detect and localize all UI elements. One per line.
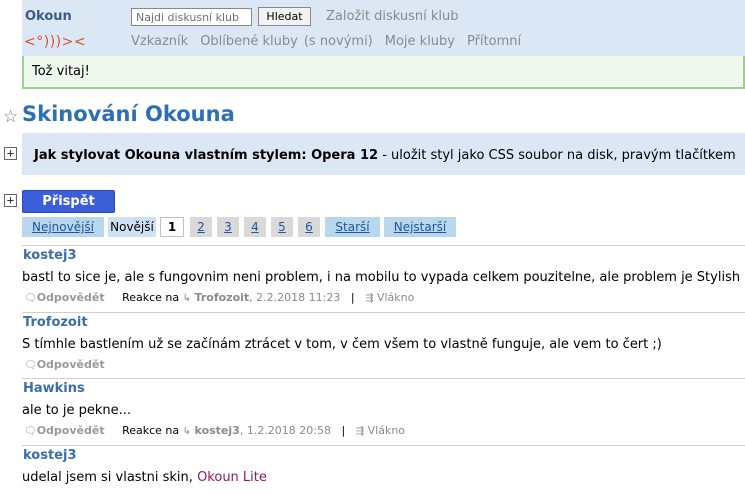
- fish-logo: <°)))><: [24, 34, 87, 50]
- post: kostej3 bastl to sice je, ale s fungovni…: [22, 248, 745, 310]
- nav-my-clubs[interactable]: Moje kluby: [385, 34, 455, 49]
- newer-page-label: Novější: [108, 217, 156, 237]
- reply-link[interactable]: Odpovědět: [37, 291, 105, 304]
- club-description: Jak stylovat Okouna vlastním stylem: Ope…: [22, 133, 745, 175]
- page-5[interactable]: 5: [271, 217, 293, 237]
- reply-link[interactable]: Odpovědět: [37, 424, 105, 437]
- divider: [22, 378, 745, 379]
- description-text: - uložit styl jako CSS soubor na disk, p…: [378, 148, 736, 163]
- thread-icon: ⇶: [365, 293, 374, 304]
- page-6[interactable]: 6: [298, 217, 320, 237]
- nav-favorite-clubs[interactable]: Oblíbené kluby: [200, 34, 298, 49]
- okoun-lite-link[interactable]: Okoun Lite: [197, 470, 267, 485]
- separator: |: [350, 291, 355, 304]
- speech-bubble-icon: 🗨: [24, 426, 37, 437]
- post: Hawkins ale to je pekne... 🗨Odpovědět Re…: [22, 381, 745, 443]
- page-3[interactable]: 3: [217, 217, 239, 237]
- post-meta: 🗨Odpovědět Reakce na ↳ Trofozoit, 2.2.20…: [24, 291, 414, 304]
- nav-with-new[interactable]: (s novými): [304, 34, 373, 49]
- post-body: udelal jsem si vlastni skin, Okoun Lite: [22, 470, 267, 485]
- speech-bubble-icon: 🗨: [24, 360, 37, 371]
- reaction-label: Reakce na: [122, 291, 180, 304]
- post: kostej3 udelal jsem si vlastni skin, Oko…: [22, 448, 745, 494]
- divider: [22, 445, 745, 446]
- nav-present[interactable]: Přítomní: [467, 34, 521, 49]
- search-button[interactable]: Hledat: [258, 7, 311, 26]
- plus-icon[interactable]: +: [4, 194, 17, 207]
- divider: [22, 245, 745, 246]
- thread-link[interactable]: Vlákno: [377, 291, 414, 304]
- post-author[interactable]: kostej3: [23, 248, 77, 263]
- top-header: Okoun <°)))>< Hledat Založit diskusní kl…: [22, 0, 745, 56]
- post-body: bastl to sice je, ale s fungovnim neni p…: [22, 270, 741, 285]
- search-input[interactable]: [131, 8, 252, 26]
- thread-link[interactable]: Vlákno: [368, 424, 405, 437]
- oldest-page-link[interactable]: Nejstarší: [384, 217, 456, 237]
- page-2[interactable]: 2: [190, 217, 212, 237]
- separator: |: [341, 424, 346, 437]
- brand-logo[interactable]: Okoun: [25, 9, 72, 24]
- post: Trofozoit S tímhle bastlením už se začín…: [22, 315, 745, 377]
- post-meta: 🗨Odpovědět: [24, 358, 105, 371]
- reaction-link[interactable]: Trofozoit, 2.2.2018 11:23: [195, 291, 341, 304]
- reply-arrow-icon: ↳: [182, 426, 192, 437]
- older-page-link[interactable]: Starší: [325, 217, 380, 237]
- post-body: ale to je pekne...: [22, 403, 132, 418]
- create-club-link[interactable]: Založit diskusní klub: [326, 9, 459, 24]
- reply-link[interactable]: Odpovědět: [37, 358, 105, 371]
- top-nav: Vzkazník Oblíbené kluby (s novými) Moje klu…: [131, 34, 533, 49]
- post-meta: 🗨Odpovědět Reakce na ↳ kostej3, 1.2.2018…: [24, 424, 405, 437]
- newest-page-link[interactable]: Nejnovější: [22, 217, 104, 237]
- speech-bubble-icon: 🗨: [24, 293, 37, 304]
- thread-icon: ⇶: [355, 426, 365, 437]
- page-4[interactable]: 4: [244, 217, 266, 237]
- welcome-message: Tož vitaj!: [22, 56, 745, 89]
- page-1: 1: [160, 217, 184, 237]
- nav-vzkaznik[interactable]: Vzkazník: [131, 34, 188, 49]
- post-author[interactable]: kostej3: [23, 448, 77, 463]
- reply-arrow-icon: ↳: [182, 293, 192, 304]
- reaction-label: Reakce na: [122, 424, 180, 437]
- divider: [22, 312, 745, 313]
- star-icon[interactable]: ☆: [3, 107, 18, 127]
- post-author[interactable]: Trofozoit: [23, 315, 88, 330]
- description-bold: Jak stylovat Okouna vlastním stylem: Ope…: [34, 148, 379, 163]
- post-author[interactable]: Hawkins: [23, 381, 85, 396]
- plus-icon[interactable]: +: [4, 147, 17, 160]
- post-body: S tímhle bastlením už se začínám ztrácet…: [22, 337, 662, 352]
- page-title[interactable]: Skinování Okouna: [22, 102, 235, 126]
- post-button[interactable]: Přispět: [22, 190, 115, 213]
- reaction-link[interactable]: kostej3, 1.2.2018 20:58: [195, 424, 331, 437]
